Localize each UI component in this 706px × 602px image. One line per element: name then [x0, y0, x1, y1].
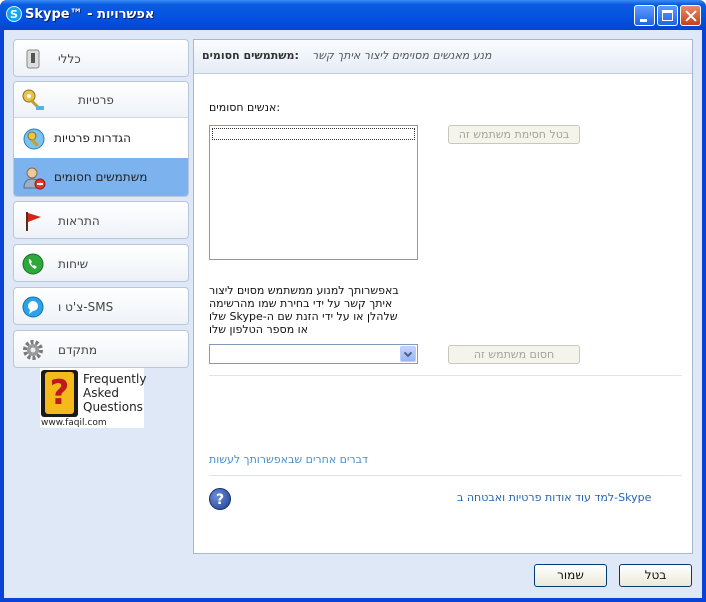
faq-text: Frequently Asked Questions [83, 372, 147, 414]
block-description: באפשרותך למנוע ממשתמש מסוים ליצור איתך ק… [209, 284, 399, 336]
chevron-down-icon[interactable] [400, 346, 416, 362]
sidebar-item-blocked-users[interactable]: משתמשים חסומים [14, 158, 188, 196]
options-window: S Skype™ - אפשרויות כללי פרטיות הגדרות פ… [0, 0, 706, 602]
sidebar-item-general[interactable]: כללי [13, 39, 189, 77]
faq-banner[interactable]: ? Frequently Asked Questions www.faqil.c… [40, 368, 147, 428]
question-mark-icon: ? [41, 370, 78, 417]
close-button[interactable] [680, 5, 701, 26]
sidebar-item-label: משתמשים חסומים [54, 170, 148, 184]
title-bar[interactable]: S Skype™ - אפשרויות [0, 0, 706, 30]
sidebar-item-label: מתקדם [58, 343, 98, 357]
sidebar-item-chat-sms[interactable]: צ'ט ו-SMS [13, 287, 189, 325]
maximize-icon [662, 10, 673, 21]
focus-rectangle [212, 128, 415, 140]
minimize-icon [640, 19, 647, 22]
panel-title: משתמשים חסומים: [202, 49, 299, 62]
divider [209, 375, 682, 376]
switch-icon [26, 49, 40, 69]
sidebar-item-notifications[interactable]: התראות [13, 201, 189, 239]
unblock-user-button[interactable]: בטל חסימת משתמש זה [448, 125, 580, 144]
phone-icon [22, 253, 44, 275]
block-user-button[interactable]: חסום משתמש זה [448, 345, 580, 364]
sidebar-item-label: פרטיות [78, 93, 114, 107]
blocked-list-label: אנשים חסומים: [209, 101, 281, 114]
learn-more-link[interactable]: למד עוד אודות פרטיות ואבטחה ב-Skype [457, 491, 651, 504]
save-button[interactable]: שמור [534, 564, 607, 587]
dialog-body: כללי פרטיות הגדרות פרטיות משתמשים חסומים… [4, 30, 702, 598]
sidebar-item-label: התראות [58, 214, 100, 228]
sidebar-item-label: כללי [58, 52, 81, 66]
privacy-settings-icon [23, 128, 45, 150]
flag-icon [26, 212, 41, 231]
help-icon[interactable]: ? [209, 488, 231, 510]
sidebar-item-advanced[interactable]: מתקדם [13, 330, 189, 368]
blocked-user-icon [23, 167, 46, 190]
window-title: Skype™ - אפשרויות [25, 7, 155, 22]
divider [209, 475, 682, 476]
sidebar-item-label: צ'ט ו-SMS [58, 300, 114, 314]
maximize-button[interactable] [657, 5, 678, 26]
minimize-button[interactable] [634, 5, 655, 26]
sidebar-item-label: הגדרות פרטיות [54, 131, 131, 145]
sidebar-item-privacy-settings[interactable]: הגדרות פרטיות [14, 119, 188, 157]
user-combo-input[interactable] [209, 344, 418, 364]
blocked-users-list[interactable] [209, 125, 418, 260]
faq-url: www.faqil.com [41, 418, 107, 428]
skype-logo-icon: S [6, 6, 22, 22]
cancel-button[interactable]: בטל [619, 564, 692, 587]
panel-subtitle: מנע מאנשים מסוימים ליצור איתך קשר [312, 49, 492, 62]
main-panel: משתמשים חסומים: מנע מאנשים מסוימים ליצור… [193, 39, 693, 554]
other-things-link[interactable]: דברים אחרים שבאפשרותך לעשות [209, 453, 368, 466]
panel-header: משתמשים חסומים: מנע מאנשים מסוימים ליצור… [194, 40, 692, 74]
gear-icon [23, 340, 43, 360]
sidebar-group-privacy: פרטיות הגדרות פרטיות משתמשים חסומים [13, 81, 189, 197]
sidebar-item-calls[interactable]: שיחות [13, 244, 189, 282]
sidebar-item-privacy[interactable]: פרטיות [14, 82, 188, 118]
privacy-key-icon [22, 89, 44, 110]
sidebar-item-label: שיחות [58, 257, 89, 271]
chat-icon [22, 296, 44, 318]
